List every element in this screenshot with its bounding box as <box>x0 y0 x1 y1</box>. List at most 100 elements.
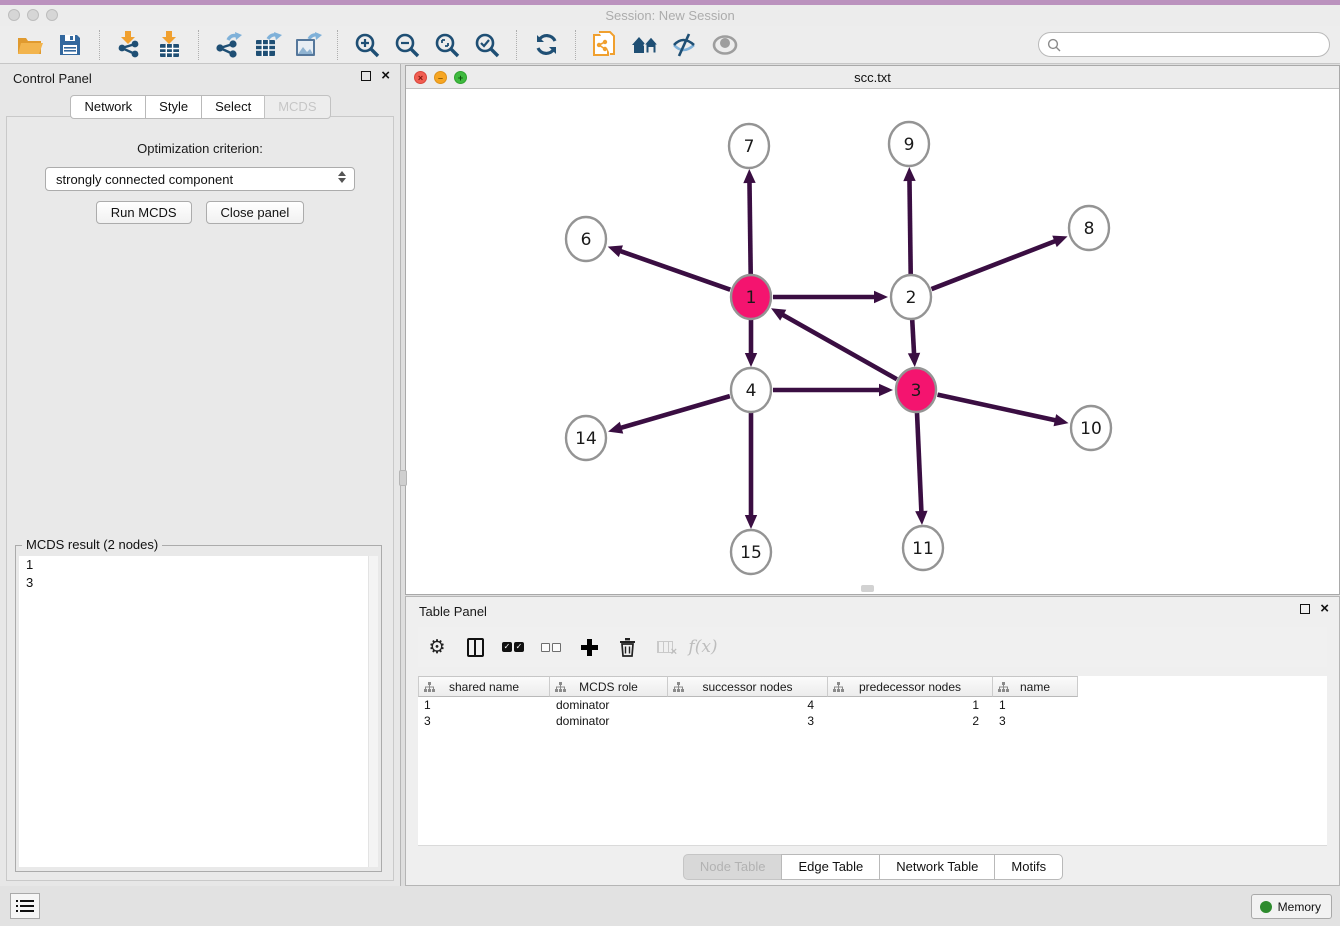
network-graph[interactable]: 7968124314101511 <box>406 89 1339 594</box>
export-table-icon <box>254 32 282 58</box>
column-header-predecessor-nodes[interactable]: predecessor nodes <box>828 676 993 697</box>
delete-table-button[interactable] <box>646 632 684 662</box>
column-label: MCDS role <box>579 680 638 694</box>
edge-1-6[interactable] <box>620 251 730 290</box>
table-row[interactable]: 1dominator411 <box>418 697 1327 713</box>
criterion-select[interactable]: strongly connected component <box>45 167 355 191</box>
save-session-button[interactable] <box>55 30 85 60</box>
tab-edge-table[interactable]: Edge Table <box>781 854 880 880</box>
run-mcds-button[interactable]: Run MCDS <box>96 201 192 224</box>
table-cell[interactable]: 1 <box>418 697 550 713</box>
table-cell[interactable]: dominator <box>550 713 668 729</box>
tab-style[interactable]: Style <box>145 95 202 119</box>
close-panel-icon[interactable]: × <box>381 71 390 81</box>
mcds-result-list[interactable]: 13 <box>19 556 378 867</box>
table-cell[interactable]: 2 <box>828 713 993 729</box>
delete-table-icon <box>657 641 673 653</box>
function-builder-button[interactable]: f(x) <box>684 632 722 662</box>
function-icon: f(x) <box>688 637 717 657</box>
zoom-in-button[interactable] <box>352 30 382 60</box>
import-table-button[interactable] <box>154 30 184 60</box>
arrowhead-icon <box>1052 236 1067 248</box>
columns-icon <box>467 638 484 657</box>
network-canvas[interactable]: 7968124314101511 <box>406 89 1339 594</box>
refresh-icon <box>534 32 559 57</box>
show-all-button[interactable] <box>710 30 740 60</box>
table-settings-button[interactable]: ⚙ <box>418 632 456 662</box>
export-image-button[interactable] <box>293 30 323 60</box>
export-table-button[interactable] <box>253 30 283 60</box>
zoom-out-icon <box>394 32 420 58</box>
tab-network-table[interactable]: Network Table <box>879 854 995 880</box>
apply-layout-button[interactable] <box>531 30 561 60</box>
tab-select[interactable]: Select <box>201 95 265 119</box>
toolbar-separator <box>516 30 517 60</box>
show-columns-button[interactable] <box>456 632 494 662</box>
export-network-button[interactable] <box>213 30 243 60</box>
tab-motifs[interactable]: Motifs <box>994 854 1063 880</box>
node-table[interactable]: 1dominator4113dominator323 <box>418 676 1327 846</box>
edge-2-9[interactable] <box>909 180 910 275</box>
edge-3-1[interactable] <box>782 315 896 380</box>
plus-icon <box>581 639 598 656</box>
clone-network-button[interactable] <box>590 30 620 60</box>
zoom-out-button[interactable] <box>392 30 422 60</box>
open-session-button[interactable] <box>15 30 45 60</box>
search-input[interactable] <box>1067 35 1329 55</box>
save-icon <box>58 33 82 57</box>
column-header-successor-nodes[interactable]: successor nodes <box>668 676 828 697</box>
table-cell[interactable]: 3 <box>993 713 1078 729</box>
zoom-selected-button[interactable] <box>472 30 502 60</box>
float-table-panel-icon[interactable] <box>1300 604 1310 614</box>
result-scrollbar[interactable] <box>368 556 378 867</box>
vertical-scrollbar-thumb[interactable] <box>399 470 407 486</box>
first-neighbors-button[interactable] <box>630 30 660 60</box>
tab-network[interactable]: Network <box>70 95 146 119</box>
node-label-4: 4 <box>746 381 757 401</box>
hide-selected-button[interactable] <box>670 30 700 60</box>
edge-2-3[interactable] <box>912 319 914 354</box>
edge-3-11[interactable] <box>917 412 921 512</box>
edge-2-8[interactable] <box>932 241 1056 289</box>
column-header-name[interactable]: name <box>993 676 1078 697</box>
table-cell[interactable]: dominator <box>550 697 668 713</box>
zoom-selected-icon <box>474 32 500 58</box>
table-row[interactable]: 3dominator323 <box>418 713 1327 729</box>
node-label-14: 14 <box>575 429 597 449</box>
deselect-all-button[interactable] <box>532 632 570 662</box>
tab-node-table[interactable]: Node Table <box>683 854 783 880</box>
edge-4-14[interactable] <box>621 396 730 428</box>
table-cell[interactable]: 4 <box>668 697 828 713</box>
search-box[interactable] <box>1038 32 1330 57</box>
session-title: Session: New Session <box>0 8 1340 23</box>
node-label-1: 1 <box>746 288 757 308</box>
import-network-button[interactable] <box>114 30 144 60</box>
table-cell[interactable]: 1 <box>993 697 1078 713</box>
column-header-MCDS-role[interactable]: MCDS role <box>550 676 668 697</box>
network-window-titlebar[interactable]: × – + scc.txt <box>406 66 1339 89</box>
zoom-fit-button[interactable] <box>432 30 462 60</box>
float-panel-icon[interactable] <box>361 71 371 81</box>
edge-1-7[interactable] <box>749 182 750 275</box>
tab-mcds[interactable]: MCDS <box>264 95 330 119</box>
status-bar: Memory <box>0 886 1340 926</box>
close-table-panel-icon[interactable]: × <box>1320 604 1329 614</box>
arrowhead-icon <box>879 384 893 396</box>
delete-row-button[interactable] <box>608 632 646 662</box>
tree-icon <box>555 682 566 693</box>
memory-button[interactable]: Memory <box>1251 894 1332 919</box>
arrowhead-icon <box>908 353 920 367</box>
column-header-shared-name[interactable]: shared name <box>418 676 550 697</box>
table-cell[interactable]: 3 <box>418 713 550 729</box>
select-all-button[interactable]: ✓✓ <box>494 632 532 662</box>
add-row-button[interactable] <box>570 632 608 662</box>
table-cell[interactable]: 1 <box>828 697 993 713</box>
horizontal-scrollbar-thumb[interactable] <box>861 585 874 592</box>
memory-label: Memory <box>1278 900 1321 914</box>
table-cell[interactable]: 3 <box>668 713 828 729</box>
edge-3-10[interactable] <box>937 395 1055 421</box>
task-history-button[interactable] <box>10 893 40 919</box>
close-panel-button[interactable]: Close panel <box>206 201 305 224</box>
node-label-15: 15 <box>740 543 762 563</box>
column-label: shared name <box>449 680 519 694</box>
